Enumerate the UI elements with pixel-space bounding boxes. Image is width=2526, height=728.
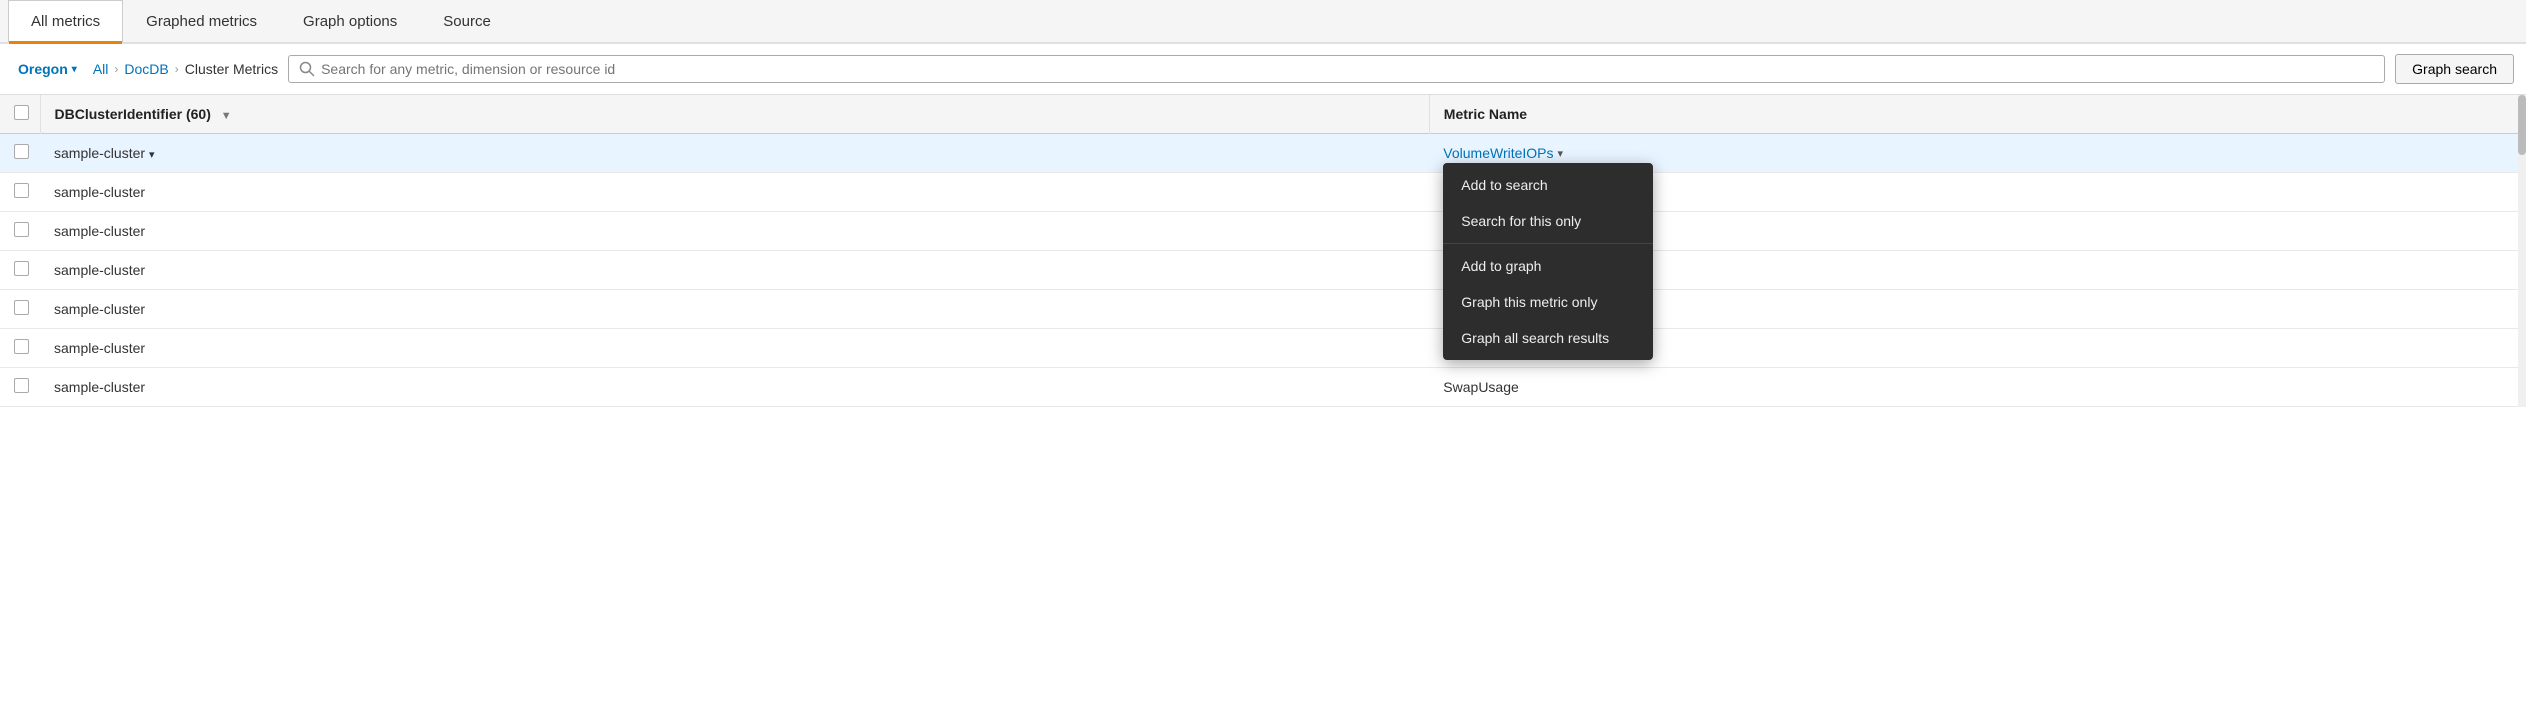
scrollbar-track[interactable] — [2518, 95, 2526, 407]
table-header: DBClusterIdentifier (60) ▼ Metric Name — [0, 95, 2526, 134]
dropdown-item-graph-all-search-results[interactable]: Graph all search results — [1443, 320, 1653, 356]
metrics-table: DBClusterIdentifier (60) ▼ Metric Name s… — [0, 95, 2526, 407]
breadcrumb-current: Cluster Metrics — [185, 61, 278, 77]
tabs-bar: All metrics Graphed metrics Graph option… — [0, 0, 2526, 44]
table-row: sample-cluster — [0, 290, 2526, 329]
breadcrumb-sep-1: › — [114, 62, 118, 76]
metric-dropdown-arrow-icon: ▾ — [1558, 147, 1564, 160]
search-wrapper — [288, 55, 2385, 83]
scrollbar-thumb[interactable] — [2518, 95, 2526, 155]
table-row: sample-cluster — [0, 251, 2526, 290]
cluster-cell: sample-cluster — [40, 329, 1429, 368]
table-row: sample-cluster — [0, 173, 2526, 212]
cluster-name: sample-cluster — [54, 223, 145, 239]
table-row: sample-cluster SwapUsage — [0, 368, 2526, 407]
th-select-all — [0, 95, 40, 134]
row-checkbox[interactable] — [14, 378, 29, 393]
table-body: sample-cluster ▾ VolumeWriteIOPs ▾ Add to se… — [0, 134, 2526, 407]
dropdown-section-1: Add to graphGraph this metric onlyGraph … — [1443, 244, 1653, 360]
dropdown-item-graph-this-metric-only[interactable]: Graph this metric only — [1443, 284, 1653, 320]
metric-dropdown-menu: Add to searchSearch for this onlyAdd to … — [1443, 163, 1653, 360]
cluster-name: sample-cluster — [54, 184, 145, 200]
cluster-cell: sample-cluster — [40, 173, 1429, 212]
metrics-table-container: DBClusterIdentifier (60) ▼ Metric Name s… — [0, 95, 2526, 407]
metric-link[interactable]: VolumeWriteIOPs▾Add to searchSearch for … — [1443, 145, 2512, 161]
metric-cell: VolumeWriteIOPs▾Add to searchSearch for … — [1429, 134, 2526, 173]
cluster-cell: sample-cluster — [40, 212, 1429, 251]
search-icon — [299, 61, 315, 77]
select-all-checkbox[interactable] — [14, 105, 29, 120]
metric-name: SwapUsage — [1443, 379, 1519, 395]
table-row: sample-cluster — [0, 329, 2526, 368]
th-cluster: DBClusterIdentifier (60) ▼ — [40, 95, 1429, 134]
dropdown-section-0: Add to searchSearch for this only — [1443, 163, 1653, 244]
th-metric: Metric Name — [1429, 95, 2526, 134]
tab-graphed-metrics[interactable]: Graphed metrics — [123, 0, 280, 44]
row-checkbox[interactable] — [14, 261, 29, 276]
breadcrumb-all[interactable]: All — [93, 61, 109, 77]
table-row: sample-cluster▾VolumeWriteIOPs▾Add to se… — [0, 134, 2526, 173]
cluster-name: sample-cluster — [54, 379, 145, 395]
row-checkbox[interactable] — [14, 222, 29, 237]
dropdown-item-add-to-search[interactable]: Add to search — [1443, 167, 1653, 203]
breadcrumb: All › DocDB › Cluster Metrics — [93, 61, 278, 77]
dropdown-item-add-to-graph[interactable]: Add to graph — [1443, 248, 1653, 284]
tab-all-metrics[interactable]: All metrics — [8, 0, 123, 44]
table-row: sample-clusterbrageUsed — [0, 212, 2526, 251]
cluster-name: sample-cluster — [54, 145, 145, 161]
cluster-name: sample-cluster — [54, 262, 145, 278]
breadcrumb-docdb[interactable]: DocDB — [124, 61, 168, 77]
region-selector[interactable]: Oregon ▾ — [12, 57, 83, 81]
breadcrumb-sep-2: › — [175, 62, 179, 76]
metric-name: VolumeWriteIOPs — [1443, 145, 1553, 161]
region-chevron-icon: ▾ — [72, 64, 77, 75]
cluster-cell: sample-cluster — [40, 368, 1429, 407]
row-checkbox[interactable] — [14, 144, 29, 159]
dropdown-item-search-for-this-only[interactable]: Search for this only — [1443, 203, 1653, 239]
row-checkbox[interactable] — [14, 300, 29, 315]
cluster-cell: sample-cluster — [40, 290, 1429, 329]
cluster-dropdown-arrow-icon[interactable]: ▾ — [149, 149, 155, 161]
filter-bar: Oregon ▾ All › DocDB › Cluster Metrics G… — [0, 44, 2526, 95]
cluster-name: sample-cluster — [54, 340, 145, 356]
cluster-cell: sample-cluster ▾ — [40, 134, 1429, 173]
tab-source[interactable]: Source — [420, 0, 514, 44]
search-input[interactable] — [321, 61, 2374, 77]
row-checkbox[interactable] — [14, 183, 29, 198]
sort-icon: ▼ — [221, 110, 232, 122]
cluster-cell: sample-cluster — [40, 251, 1429, 290]
tab-graph-options[interactable]: Graph options — [280, 0, 420, 44]
graph-search-button[interactable]: Graph search — [2395, 54, 2514, 84]
cluster-name: sample-cluster — [54, 301, 145, 317]
metric-cell: SwapUsage — [1429, 368, 2526, 407]
row-checkbox[interactable] — [14, 339, 29, 354]
